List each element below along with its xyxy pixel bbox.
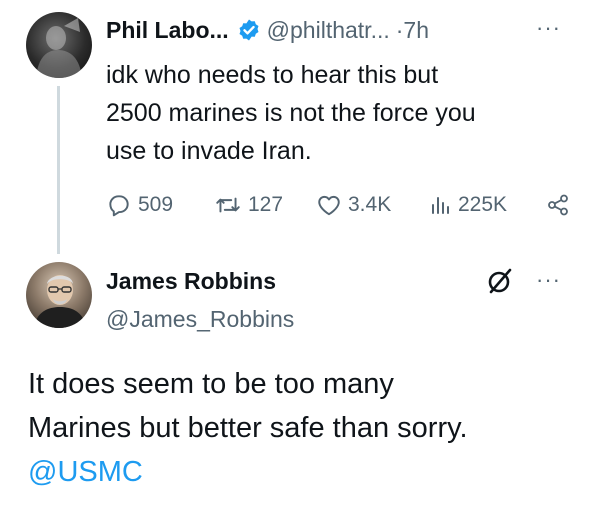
repost-button[interactable]: 127	[214, 192, 316, 218]
mention-link[interactable]: @USMC	[28, 450, 578, 494]
tweet-text-line: Marines but better safe than sorry.	[28, 412, 468, 444]
author-handle[interactable]: @philthatr...	[267, 15, 390, 45]
tweet-text: idk who needs to hear this but 2500 mari…	[106, 56, 576, 170]
tweet-text-line: use to invade Iran.	[106, 137, 312, 165]
tweet-text-line: idk who needs to hear this but	[106, 61, 439, 89]
repost-count: 127	[248, 193, 284, 216]
avatar[interactable]	[26, 12, 92, 78]
grok-icon[interactable]	[485, 266, 515, 296]
tweet-thread: Phil Labo... @philthatr... ·7h ··· idk w…	[0, 0, 590, 511]
heart-icon	[318, 195, 340, 216]
avatar[interactable]	[26, 262, 92, 328]
views-count: 225K	[458, 193, 508, 216]
thread-line	[57, 86, 60, 254]
author-handle[interactable]: @James_Robbins	[106, 304, 294, 334]
share-button[interactable]	[546, 192, 570, 218]
tweet-text: It does seem to be too many Marines but …	[28, 362, 578, 494]
reply-button[interactable]: 509	[106, 192, 214, 218]
reply-icon	[109, 195, 129, 217]
reply-count: 509	[138, 193, 174, 216]
like-count: 3.4K	[348, 193, 392, 216]
avatar-photo-icon	[36, 18, 82, 78]
views-button[interactable]: 225K	[428, 192, 546, 218]
more-options-button[interactable]: ···	[536, 17, 561, 39]
author-name[interactable]: James Robbins	[106, 266, 276, 296]
more-options-button[interactable]: ···	[536, 269, 561, 291]
tweet-time[interactable]: ·7h	[396, 15, 429, 45]
avatar-photo-icon	[34, 275, 86, 328]
time-value: 7h	[403, 17, 430, 43]
tweet-actions: 509 127 3.4K 225K	[106, 188, 576, 222]
tweet-header: Phil Labo... @philthatr... ·7h	[106, 15, 429, 45]
tweet-text-line: 2500 marines is not the force you	[106, 99, 476, 127]
tweet-text-line: It does seem to be too many	[28, 368, 394, 400]
author-name[interactable]: Phil Labo...	[106, 15, 229, 45]
repost-icon	[216, 197, 240, 213]
share-icon	[548, 194, 568, 216]
verified-badge-icon	[237, 18, 261, 42]
views-chart-icon	[432, 197, 449, 214]
like-button[interactable]: 3.4K	[316, 192, 428, 218]
